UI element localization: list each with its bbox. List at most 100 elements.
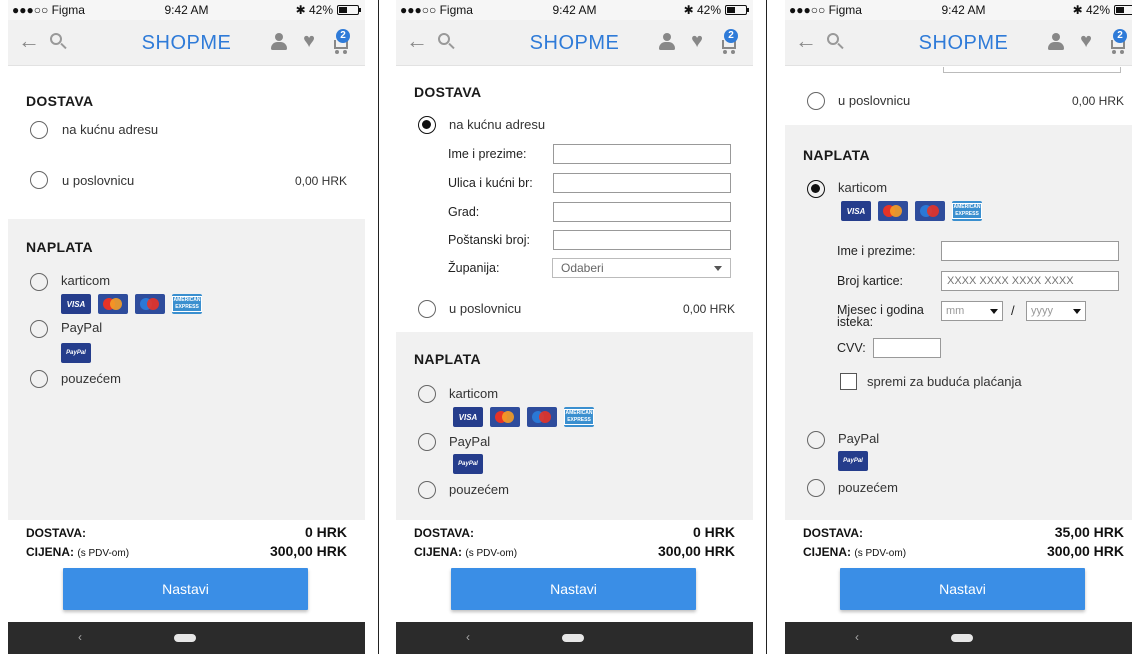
battery-label: ✱ 42% <box>1072 3 1110 17</box>
option-paypal: PayPal <box>838 431 880 446</box>
cart-icon[interactable]: 2 <box>331 29 351 54</box>
delivery-section: u poslovnicu 0,00 HRK <box>785 67 1132 125</box>
radio-branch[interactable] <box>30 171 48 189</box>
status-bar: ●●●○○ Figma 9:42 AM ✱ 42% <box>396 0 753 20</box>
address-city-row: Grad: <box>448 202 733 224</box>
price-value: 300,00 HRK <box>1046 543 1124 559</box>
continue-button[interactable]: Nastavi <box>63 568 308 610</box>
user-icon[interactable] <box>1048 33 1064 51</box>
system-back-icon[interactable]: ‹ <box>78 630 82 644</box>
address-county-row: Županija: Odaberi <box>448 258 733 280</box>
system-nav-bar: ‹ <box>8 622 365 654</box>
option-branch: u poslovnicu <box>449 301 522 316</box>
address-city-label: Grad: <box>448 205 480 219</box>
battery-icon <box>337 5 361 15</box>
radio-paypal[interactable] <box>30 320 48 338</box>
section-title-dostava: DOSTAVA <box>414 84 482 100</box>
county-select[interactable]: Odaberi <box>552 258 731 278</box>
address-street-label: Ulica i kućni br: <box>448 176 533 190</box>
option-home-address: na kućnu adresu <box>449 117 546 132</box>
option-branch: u poslovnicu <box>838 93 911 108</box>
radio-card[interactable] <box>30 273 48 291</box>
system-back-icon[interactable]: ‹ <box>855 630 859 644</box>
user-icon[interactable] <box>271 33 287 51</box>
system-home-icon[interactable] <box>951 634 973 642</box>
heart-icon[interactable]: ♥ <box>303 31 315 51</box>
option-paypal: PayPal <box>61 320 103 335</box>
card-logos: VISA AMERICAN EXPRESS <box>841 201 982 221</box>
card-number-input[interactable] <box>941 271 1119 291</box>
price-label: CIJENA: (s PDV-om) <box>414 545 518 559</box>
visa-icon: VISA <box>841 201 871 221</box>
order-summary: DOSTAVA: 0 HRK CIJENA: (s PDV-om) 300,00… <box>8 520 365 620</box>
chevron-down-icon <box>714 266 722 271</box>
checkout-content: DOSTAVA na kućnu adresu u poslovnicu 0,0… <box>8 67 365 520</box>
address-postal-label: Poštanski broj: <box>448 233 530 247</box>
address-postal-input[interactable] <box>553 230 731 250</box>
branch-price: 0,00 HRK <box>1071 94 1124 108</box>
screen-3: ●●●○○ Figma 9:42 AM ✱ 42% ← SHOPME ♥ 2 u… <box>785 0 1132 654</box>
option-paypal: PayPal <box>449 434 491 449</box>
address-name-input[interactable] <box>553 144 731 164</box>
address-name-label: Ime i prezime: <box>448 147 527 161</box>
heart-icon[interactable]: ♥ <box>1080 31 1092 51</box>
maestro-icon <box>135 294 165 314</box>
visa-icon: VISA <box>453 407 483 427</box>
continue-button[interactable]: Nastavi <box>451 568 696 610</box>
radio-home-address[interactable] <box>30 121 48 139</box>
delivery-section: DOSTAVA na kućnu adresu u poslovnicu 0,0… <box>8 67 365 219</box>
month-select[interactable]: mm <box>941 301 1003 321</box>
card-name-input[interactable] <box>941 241 1119 261</box>
cart-icon[interactable]: 2 <box>719 29 739 54</box>
option-cod: pouzećem <box>449 482 509 497</box>
expiry-row: Mjesec i godina isteka: mm / yyyy <box>837 301 1127 333</box>
address-street-input[interactable] <box>553 173 731 193</box>
address-postal-row: Poštanski broj: <box>448 230 733 252</box>
card-name-label: Ime i prezime: <box>837 244 916 258</box>
paypal-icon: PayPal <box>61 343 91 363</box>
radio-paypal[interactable] <box>418 433 436 451</box>
cart-icon[interactable]: 2 <box>1108 29 1128 54</box>
continue-button[interactable]: Nastavi <box>840 568 1085 610</box>
system-nav-bar: ‹ <box>396 622 753 654</box>
top-nav: ← SHOPME ♥ 2 <box>8 20 365 66</box>
radio-cod[interactable] <box>30 370 48 388</box>
radio-branch[interactable] <box>807 92 825 110</box>
card-logos: VISA AMERICAN EXPRESS <box>453 407 594 427</box>
system-home-icon[interactable] <box>174 634 196 642</box>
heart-icon[interactable]: ♥ <box>691 31 703 51</box>
price-value: 300,00 HRK <box>269 543 347 559</box>
battery-icon <box>1114 5 1132 15</box>
year-select[interactable]: yyyy <box>1026 301 1086 321</box>
cvv-input[interactable] <box>873 338 941 358</box>
delivery-value: 35,00 HRK <box>1054 524 1124 540</box>
system-nav-bar: ‹ <box>785 622 1132 654</box>
save-card-checkbox[interactable] <box>840 373 857 390</box>
payment-section: NAPLATA karticom VISA AMERICAN EXPRESS I… <box>785 125 1132 520</box>
system-back-icon[interactable]: ‹ <box>466 630 470 644</box>
radio-card[interactable] <box>807 180 825 198</box>
amex-icon: AMERICAN EXPRESS <box>564 407 594 427</box>
option-cod: pouzećem <box>838 480 898 495</box>
delivery-value: 0 HRK <box>692 524 735 540</box>
address-street-row: Ulica i kućni br: <box>448 173 733 195</box>
radio-cod[interactable] <box>418 481 436 499</box>
amex-icon: AMERICAN EXPRESS <box>952 201 982 221</box>
radio-paypal[interactable] <box>807 431 825 449</box>
radio-home-address[interactable] <box>418 116 436 134</box>
paypal-icon: PayPal <box>453 454 483 474</box>
cart-badge: 2 <box>724 29 738 43</box>
user-icon[interactable] <box>659 33 675 51</box>
date-separator: / <box>1011 303 1015 318</box>
system-home-icon[interactable] <box>562 634 584 642</box>
price-value: 300,00 HRK <box>657 543 735 559</box>
section-title-naplata: NAPLATA <box>803 147 870 163</box>
option-card: karticom <box>838 180 888 195</box>
radio-branch[interactable] <box>418 300 436 318</box>
radio-cod[interactable] <box>807 479 825 497</box>
option-card: karticom <box>449 386 499 401</box>
address-city-input[interactable] <box>553 202 731 222</box>
visa-icon: VISA <box>61 294 91 314</box>
top-nav: ← SHOPME ♥ 2 <box>396 20 753 66</box>
radio-card[interactable] <box>418 385 436 403</box>
